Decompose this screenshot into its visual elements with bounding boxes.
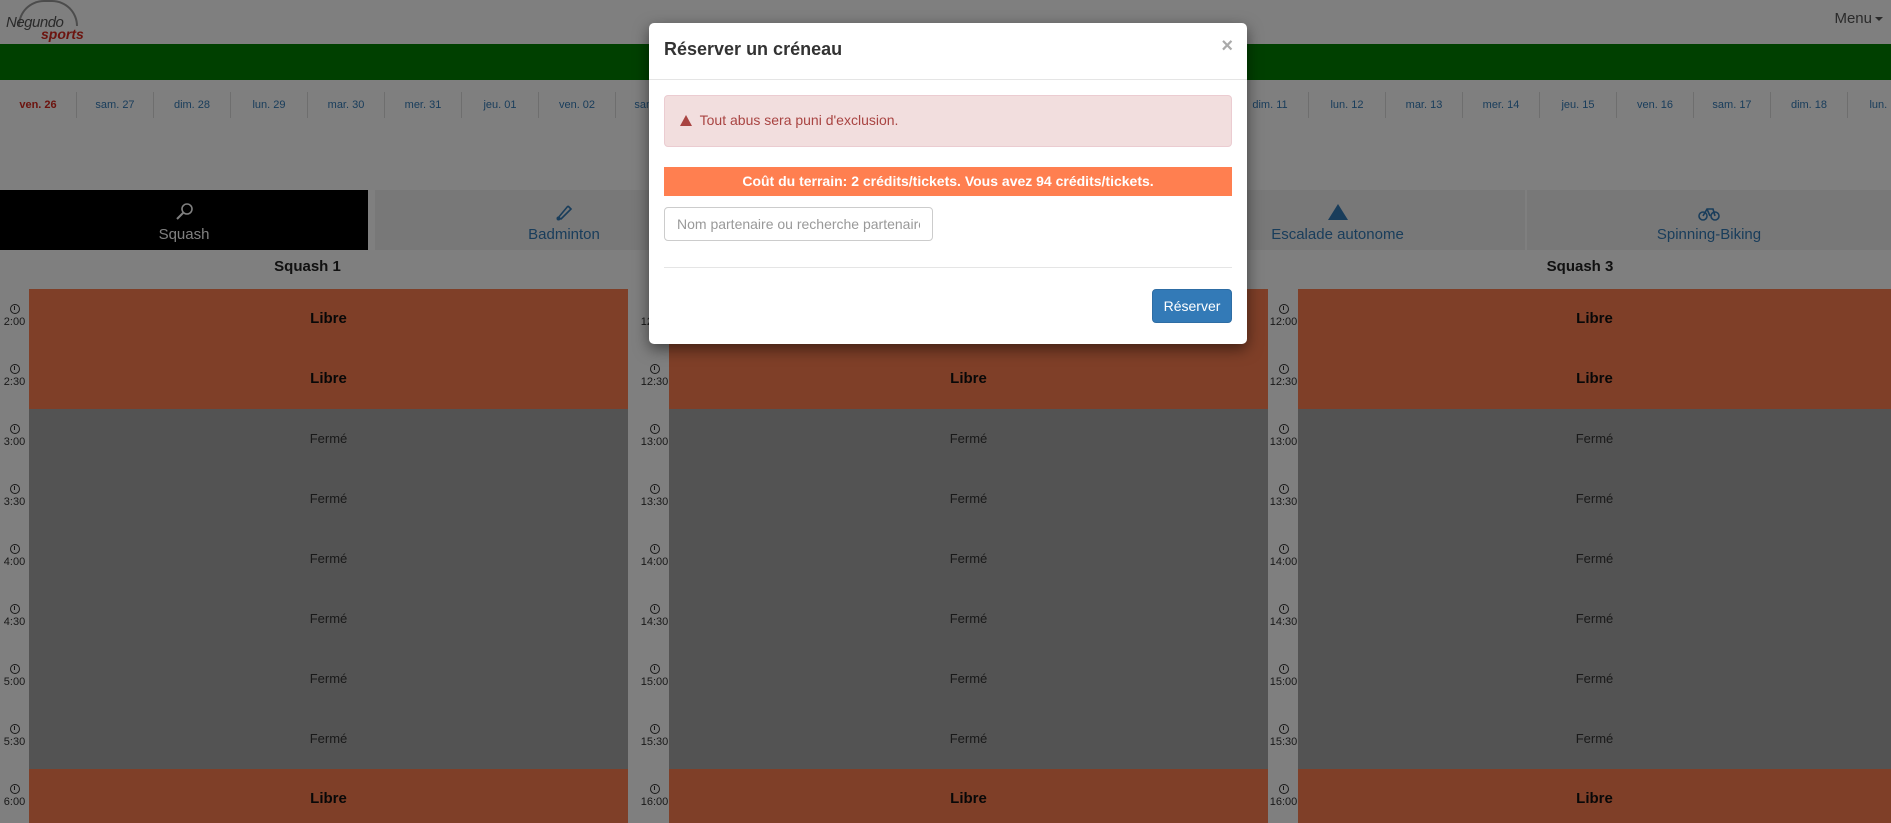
reserve-slot-modal: Réserver un créneau × Tout abus sera pun… bbox=[649, 23, 1247, 344]
alert-text: Tout abus sera puni d'exclusion. bbox=[699, 112, 899, 128]
abuse-warning-alert: Tout abus sera puni d'exclusion. bbox=[664, 95, 1232, 147]
warning-icon bbox=[680, 115, 692, 126]
modal-footer-divider bbox=[664, 267, 1232, 268]
modal-title: Réserver un créneau bbox=[664, 39, 843, 59]
partner-search-input[interactable] bbox=[664, 207, 933, 241]
court-cost-banner: Coût du terrain: 2 crédits/tickets. Vous… bbox=[664, 167, 1232, 196]
close-icon[interactable]: × bbox=[1221, 35, 1233, 58]
modal-header: Réserver un créneau × bbox=[649, 23, 1247, 80]
reserve-button[interactable]: Réserver bbox=[1152, 289, 1232, 323]
